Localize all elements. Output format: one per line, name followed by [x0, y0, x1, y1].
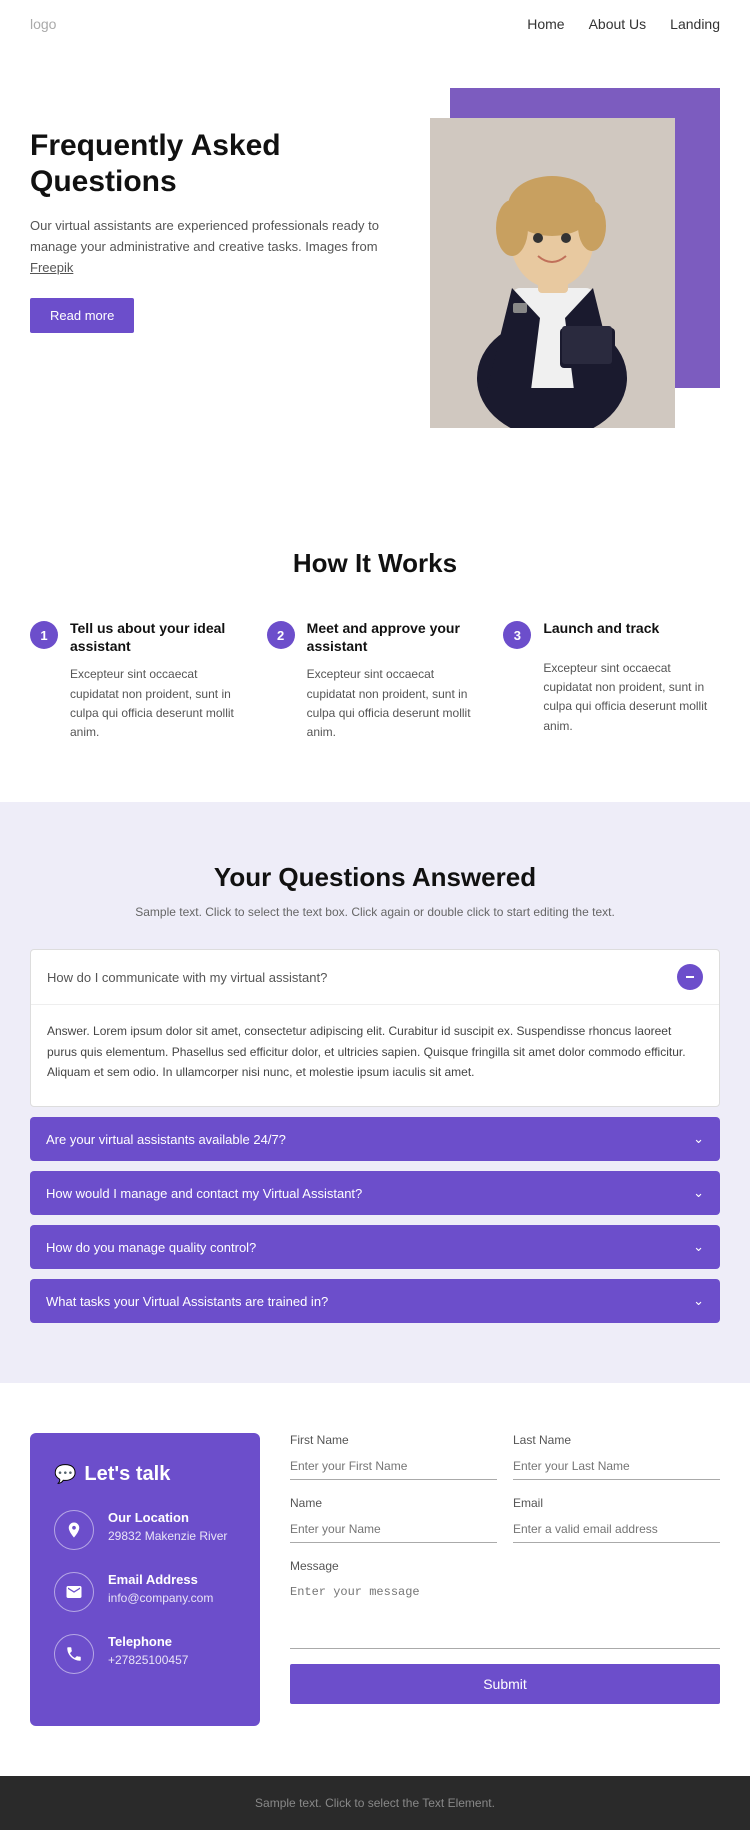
step-2-header: 2 Meet and approve your assistant [267, 619, 484, 655]
faq-item-4[interactable]: How do you manage quality control? ⌄ [30, 1225, 720, 1269]
hero-title: Frequently Asked Questions [30, 128, 390, 200]
read-more-button[interactable]: Read more [30, 298, 134, 333]
last-name-input[interactable] [513, 1453, 720, 1480]
location-value: 29832 Makenzie River [108, 1529, 227, 1543]
contact-email: Email Address info@company.com [54, 1572, 236, 1612]
faq-answer-1: Answer. Lorem ipsum dolor sit amet, cons… [31, 1004, 719, 1106]
how-it-works-section: How It Works 1 Tell us about your ideal … [0, 488, 750, 802]
step-1-title: Tell us about your ideal assistant [70, 619, 247, 655]
faq-section: Your Questions Answered Sample text. Cli… [0, 802, 750, 1383]
contact-location-text: Our Location 29832 Makenzie River [108, 1510, 227, 1543]
form-group-name: Name [290, 1496, 497, 1543]
logo: logo [30, 16, 56, 32]
step-3: 3 Launch and track Excepteur sint occaec… [503, 619, 720, 742]
step-1-desc: Excepteur sint occaecat cupidatat non pr… [30, 665, 247, 742]
first-name-input[interactable] [290, 1453, 497, 1480]
faq-item-expanded-header[interactable]: How do I communicate with my virtual ass… [31, 950, 719, 1004]
step-2-number: 2 [267, 621, 295, 649]
form-group-lastname: Last Name [513, 1433, 720, 1480]
faq-question-3: How would I manage and contact my Virtua… [46, 1186, 362, 1201]
name-label: Name [290, 1496, 497, 1510]
form-group-message: Message [290, 1559, 720, 1652]
form-row-2: Name Email [290, 1496, 720, 1543]
faq-item-expanded[interactable]: How do I communicate with my virtual ass… [30, 949, 720, 1107]
contact-section: 💬 Let's talk Our Location 29832 Makenzie… [0, 1383, 750, 1776]
faq-item-3[interactable]: How would I manage and contact my Virtua… [30, 1171, 720, 1215]
faq-subtitle: Sample text. Click to select the text bo… [30, 905, 720, 919]
faq-question-5: What tasks your Virtual Assistants are t… [46, 1294, 328, 1309]
nav-links: Home About Us Landing [527, 16, 720, 32]
location-icon [65, 1521, 83, 1539]
hero-image [430, 118, 675, 428]
nav-landing[interactable]: Landing [670, 16, 720, 32]
message-label: Message [290, 1559, 720, 1573]
location-icon-circle [54, 1510, 94, 1550]
hero-description: Our virtual assistants are experienced p… [30, 216, 390, 278]
submit-button[interactable]: Submit [290, 1664, 720, 1704]
name-input[interactable] [290, 1516, 497, 1543]
contact-form: First Name Last Name Name Email Message … [290, 1433, 720, 1704]
phone-label: Telephone [108, 1634, 188, 1649]
faq-title: Your Questions Answered [30, 862, 720, 893]
message-textarea[interactable] [290, 1579, 720, 1649]
email-icon-circle [54, 1572, 94, 1612]
form-row-1: First Name Last Name [290, 1433, 720, 1480]
contact-card-title: 💬 Let's talk [54, 1463, 236, 1486]
freepik-link[interactable]: Freepik [30, 260, 73, 275]
email-value: info@company.com [108, 1591, 213, 1605]
phone-icon [65, 1645, 83, 1663]
step-3-header: 3 Launch and track [503, 619, 720, 649]
x-icon [684, 971, 696, 983]
step-3-desc: Excepteur sint occaecat cupidatat non pr… [503, 659, 720, 736]
form-group-firstname: First Name [290, 1433, 497, 1480]
chevron-down-icon-3: ⌄ [693, 1185, 704, 1201]
email-input[interactable] [513, 1516, 720, 1543]
step-1-header: 1 Tell us about your ideal assistant [30, 619, 247, 655]
location-label: Our Location [108, 1510, 227, 1525]
nav-about[interactable]: About Us [589, 16, 647, 32]
steps-container: 1 Tell us about your ideal assistant Exc… [30, 619, 720, 742]
contact-card: 💬 Let's talk Our Location 29832 Makenzie… [30, 1433, 260, 1726]
step-2: 2 Meet and approve your assistant Except… [267, 619, 484, 742]
last-name-label: Last Name [513, 1433, 720, 1447]
chevron-down-icon-5: ⌄ [693, 1293, 704, 1309]
form-group-email: Email [513, 1496, 720, 1543]
email-label: Email Address [108, 1572, 213, 1587]
faq-item-5[interactable]: What tasks your Virtual Assistants are t… [30, 1279, 720, 1323]
email-label: Email [513, 1496, 720, 1510]
chat-icon: 💬 [54, 1464, 76, 1485]
step-3-number: 3 [503, 621, 531, 649]
footer-text: Sample text. Click to select the Text El… [255, 1796, 495, 1810]
lets-talk-text: Let's talk [84, 1463, 170, 1486]
first-name-label: First Name [290, 1433, 497, 1447]
step-3-title: Launch and track [543, 619, 659, 637]
footer: Sample text. Click to select the Text El… [0, 1776, 750, 1830]
step-2-desc: Excepteur sint occaecat cupidatat non pr… [267, 665, 484, 742]
faq-question-2: Are your virtual assistants available 24… [46, 1132, 286, 1147]
contact-location: Our Location 29832 Makenzie River [54, 1510, 236, 1550]
hero-text: Frequently Asked Questions Our virtual a… [30, 88, 420, 333]
how-it-works-title: How It Works [30, 548, 720, 579]
faq-item-2[interactable]: Are your virtual assistants available 24… [30, 1117, 720, 1161]
phone-value: +27825100457 [108, 1653, 188, 1667]
hero-image-wrap [420, 88, 720, 428]
faq-question-1: How do I communicate with my virtual ass… [47, 970, 327, 985]
step-1-number: 1 [30, 621, 58, 649]
faq-expand-icon[interactable] [677, 964, 703, 990]
person-illustration [430, 118, 675, 428]
step-2-title: Meet and approve your assistant [307, 619, 484, 655]
chevron-down-icon-2: ⌄ [693, 1131, 704, 1147]
hero-section: Frequently Asked Questions Our virtual a… [0, 48, 750, 488]
contact-email-text: Email Address info@company.com [108, 1572, 213, 1605]
navbar: logo Home About Us Landing [0, 0, 750, 48]
contact-phone: Telephone +27825100457 [54, 1634, 236, 1674]
chevron-down-icon-4: ⌄ [693, 1239, 704, 1255]
step-1: 1 Tell us about your ideal assistant Exc… [30, 619, 247, 742]
contact-phone-text: Telephone +27825100457 [108, 1634, 188, 1667]
phone-icon-circle [54, 1634, 94, 1674]
faq-question-4: How do you manage quality control? [46, 1240, 256, 1255]
email-icon [65, 1583, 83, 1601]
nav-home[interactable]: Home [527, 16, 564, 32]
